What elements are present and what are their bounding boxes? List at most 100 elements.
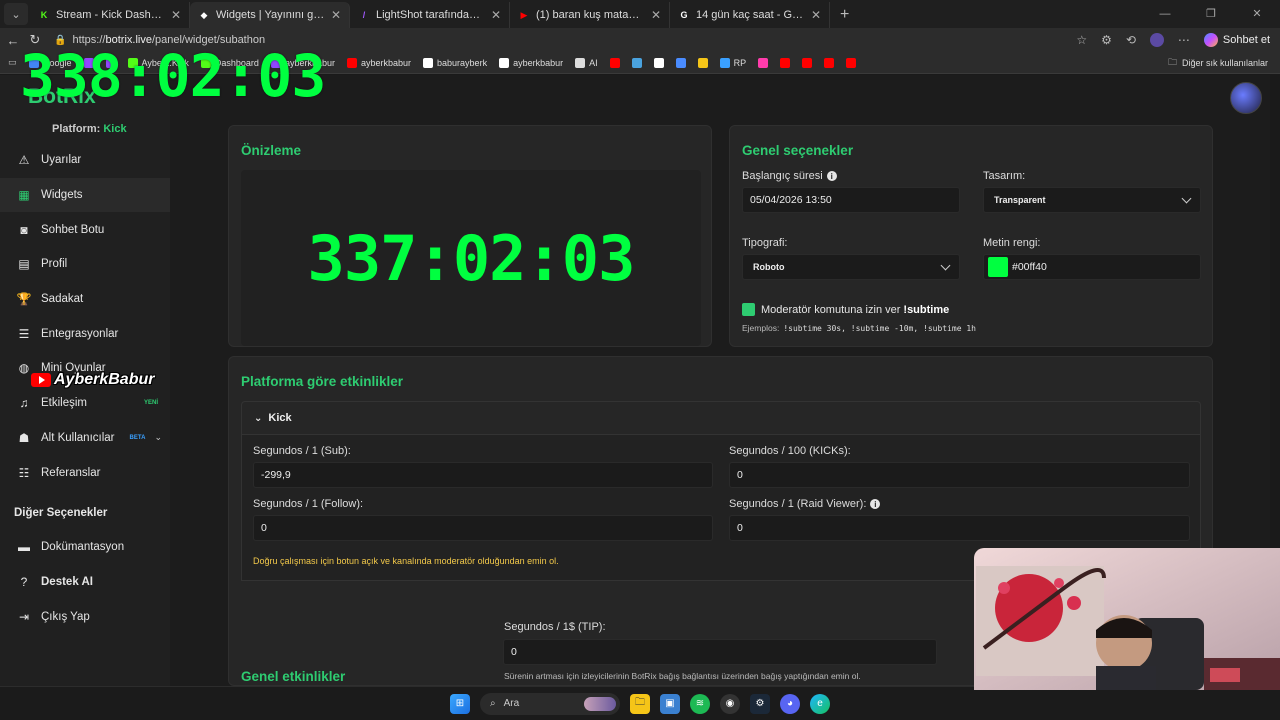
photos-icon[interactable]: ▣ — [660, 693, 680, 714]
examples-text: Ejemplos: !subtime 30s, !subtime -10m, !s… — [742, 323, 976, 333]
bookmark-item[interactable]: baburayberk — [423, 57, 487, 68]
platform-events-title: Platforma göre etkinlikler — [241, 374, 404, 389]
follow-seconds-input[interactable]: 0 — [253, 515, 713, 541]
discord-icon[interactable]: ◕ — [780, 693, 800, 714]
close-tab-icon[interactable]: ✕ — [491, 8, 501, 22]
typography-select[interactable]: Roboto — [742, 254, 960, 280]
browser-tab[interactable]: / LightShot tarafından Ekran Görün ✕ — [350, 2, 510, 28]
channel-logo: AyberkBabur — [31, 371, 154, 389]
other-options-heading: Diğer Seçenekler — [14, 507, 108, 519]
tab-list-button[interactable]: ⌄ — [4, 3, 28, 25]
favorite-star-icon[interactable]: ☆ — [1076, 33, 1087, 47]
color-swatch[interactable] — [988, 257, 1008, 277]
history-icon[interactable]: ⟲ — [1126, 33, 1136, 47]
bookmark-item[interactable] — [802, 57, 813, 68]
other-bookmarks[interactable]: 🗀 Diğer sık kullanılanlar — [1168, 55, 1268, 71]
preview-timer: 337:02:03 — [307, 221, 636, 295]
bookmark-item[interactable] — [758, 57, 769, 68]
bookmark-item[interactable]: AI — [575, 57, 598, 68]
windows-start-icon[interactable]: ⊞ — [450, 693, 470, 714]
start-time-label: Başlangıç süresi i — [742, 170, 837, 182]
bookmark-item[interactable] — [609, 57, 620, 68]
bookmark-item[interactable] — [631, 57, 642, 68]
tab-favicon-icon: G — [680, 10, 688, 20]
bookmark-label: RP — [733, 57, 747, 68]
browser-tab[interactable]: ▶ (1) baran kuş matador - YouTube ✕ — [510, 2, 670, 28]
minimize-button[interactable]: — — [1142, 0, 1188, 28]
profile-icon[interactable] — [1149, 33, 1164, 47]
user-avatar[interactable] — [1230, 82, 1262, 114]
design-select[interactable]: Transparent — [983, 187, 1201, 213]
bookmarks-menu-icon[interactable]: ▭ — [8, 57, 17, 68]
bookmark-item[interactable] — [653, 57, 664, 68]
close-tab-icon[interactable]: ✕ — [651, 8, 661, 22]
obs-icon[interactable]: ◉ — [720, 693, 740, 714]
close-tab-icon[interactable]: ✕ — [811, 8, 821, 22]
bookmark-item[interactable]: ayberkbabur — [499, 57, 563, 68]
kicks-seconds-input[interactable]: 0 — [729, 462, 1190, 488]
extensions-icon[interactable]: ⚙ — [1101, 33, 1112, 47]
examples-label: Ejemplos: — [742, 323, 780, 333]
taskbar-search[interactable]: ⌕ Ara — [480, 692, 620, 715]
sub-seconds-input[interactable]: -299,9 — [253, 462, 713, 488]
sidebar-item-sohbet-botu[interactable]: ◙ Sohbet Botu — [0, 212, 170, 247]
tab-favicon-icon: K — [40, 10, 48, 20]
general-events-title: Genel etkinlikler — [241, 669, 346, 684]
maximize-button[interactable]: ❐ — [1188, 0, 1234, 28]
sidebar-item-sadakat[interactable]: 🏆 Sadakat — [0, 282, 170, 317]
info-icon[interactable]: i — [870, 499, 881, 510]
file-explorer-icon[interactable]: 🗀 — [630, 693, 650, 714]
sidebar-item-etkile-im[interactable]: ♫ Etkileşim YENİ — [0, 386, 170, 421]
bookmark-item[interactable] — [846, 57, 857, 68]
music-icon: ♫ — [19, 396, 29, 411]
bookmark-item[interactable] — [675, 57, 686, 68]
moderator-command-label: Moderatör komutuna izin ver !subtime — [761, 304, 949, 316]
design-select-value: Transparent — [994, 195, 1046, 205]
sidebar-item--k-yap[interactable]: ⇥ Çıkış Yap — [0, 599, 170, 634]
bookmark-item[interactable] — [697, 57, 708, 68]
browser-tab[interactable]: ◆ Widgets | Yayınını güçlendirmek iç ✕ — [190, 2, 350, 28]
close-window-button[interactable]: ✕ — [1234, 0, 1280, 28]
tip-seconds-input[interactable]: 0 — [503, 639, 937, 665]
browser-tab[interactable]: K Stream - Kick Dashboard ✕ — [30, 2, 190, 28]
channel-logo-text: AyberkBabur — [54, 371, 155, 388]
users-icon: ☗ — [18, 430, 30, 445]
referral-icon: ☷ — [18, 465, 30, 480]
sidebar-item-label: Etkileşim — [41, 397, 88, 410]
bookmark-icon — [575, 57, 586, 68]
raid-seconds-input[interactable]: 0 — [729, 515, 1190, 541]
text-color-input[interactable]: #00ff40 — [983, 254, 1201, 280]
sidebar-item-alt-kullan-c-lar[interactable]: ☗ Alt Kullanıcılar BETA ⌄ — [0, 421, 170, 456]
sidebar-item-referanslar[interactable]: ☷ Referanslar — [0, 455, 170, 490]
steam-icon[interactable]: ⚙ — [750, 693, 770, 714]
spotify-icon[interactable]: ≋ — [690, 693, 710, 714]
sidebar-item-uyar-lar[interactable]: ⚠ Uyarılar — [0, 143, 170, 178]
close-tab-icon[interactable]: ✕ — [171, 8, 181, 22]
close-tab-icon[interactable]: ✕ — [331, 8, 341, 22]
menu-dots-icon[interactable]: ⋯ — [1178, 33, 1190, 47]
sidebar-item-dok-mantasyon[interactable]: ▬ Dokümantasyon — [0, 530, 170, 565]
tab-favicon-icon: ▶ — [520, 9, 528, 20]
moderator-command-checkbox[interactable] — [742, 303, 755, 316]
bookmark-icon — [499, 57, 510, 68]
new-tab-button[interactable]: + — [830, 6, 859, 28]
sidebar-item-destek-ai[interactable]: ? Destek AI — [0, 565, 170, 600]
chevron-down-icon[interactable]: ⌄ — [154, 432, 162, 443]
sidebar-item-widgets[interactable]: ▦ Widgets — [0, 177, 170, 213]
bookmark-item[interactable] — [824, 57, 835, 68]
sidebar-item-profil[interactable]: ▤ Profil — [0, 247, 170, 282]
kick-accordion-header[interactable]: ⌄ Kick — [241, 401, 1201, 435]
browser-tab[interactable]: G 14 gün kaç saat - Google'da Ara ✕ — [670, 2, 830, 28]
sidebar-item-entegrasyonlar[interactable]: ☰ Entegrasyonlar — [0, 316, 170, 351]
sidebar-item-label: Destek AI — [41, 576, 93, 589]
edge-icon[interactable]: e — [810, 693, 830, 714]
bookmark-item[interactable]: RP — [719, 57, 747, 68]
bookmark-item[interactable]: ayberkbabur — [346, 57, 411, 68]
chat-button[interactable]: Sohbet et — [1203, 33, 1270, 47]
info-icon[interactable]: i — [826, 171, 837, 182]
start-time-input[interactable]: 05/04/2026 13:50 — [742, 187, 960, 213]
bookmark-item[interactable] — [780, 57, 791, 68]
moderator-command-name: !subtime — [903, 304, 950, 316]
webcam-overlay — [974, 548, 1280, 690]
help-icon: ? — [20, 575, 28, 590]
